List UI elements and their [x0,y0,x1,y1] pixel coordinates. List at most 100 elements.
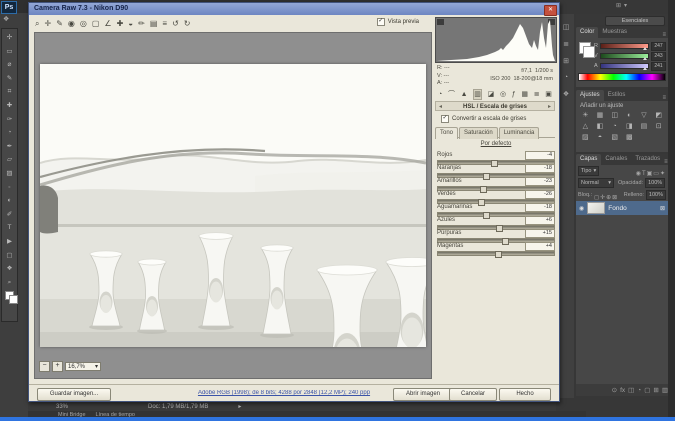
tool-icon[interactable]: ✢ [3,31,16,45]
subtab-saturacion[interactable]: Saturación [459,127,498,139]
dock-panel-icon[interactable]: ≣ [563,40,569,48]
dock-panel-icon[interactable]: ◔ [564,74,568,81]
bridge-icon[interactable]: ❖ [3,15,9,23]
tab-canales[interactable]: Canales [601,154,631,165]
tab-curve-icon[interactable]: ⌒ [448,89,455,100]
cr-tool-icon[interactable]: ✎ [56,19,63,28]
status-arrow-icon[interactable]: ▸ [238,403,241,410]
adjustment-icon[interactable]: ▤ [637,121,652,132]
tab-effects-icon[interactable]: ƒ [512,89,516,100]
adjustment-icon[interactable]: ▽ [637,110,652,121]
workspace-switcher[interactable]: Esenciales [605,16,665,26]
cr-tool-icon[interactable]: ✏ [138,19,145,28]
tool-icon[interactable]: ✑ [3,113,16,127]
adjustment-icon[interactable]: ▧ [607,132,622,143]
color-spectrum-ramp[interactable] [578,73,666,81]
background-color-swatch[interactable] [9,295,18,304]
tab-calibration-icon[interactable]: ▦ [521,89,528,100]
adjustment-icon[interactable]: ◓ [593,132,608,143]
tab-snapshots-icon[interactable]: ▣ [545,89,552,100]
grayscale-mix-slider[interactable]: Púrpuras +15 [437,229,555,242]
tab-ajustes[interactable]: Ajustes [576,90,604,101]
slider-value-input[interactable]: -18 [525,164,555,173]
tab-lens-icon[interactable]: ◎ [500,89,506,100]
layers-footer-icon[interactable]: ◔ [637,387,641,394]
next-panel-icon[interactable]: ▸ [548,102,551,112]
tool-icon[interactable]: ◔ [3,126,16,140]
histogram[interactable] [435,17,557,63]
opacity-value[interactable]: 100% [645,178,665,188]
tool-icon[interactable]: ▨ [3,167,16,181]
tool-icon[interactable]: ◐ [3,194,16,208]
tab-detail-icon[interactable]: ▲ [461,89,468,100]
tab-hsl-icon[interactable]: ▥ [473,89,482,100]
slider-value-input[interactable]: +15 [525,229,555,238]
grayscale-mix-slider[interactable]: Naranjas -18 [437,164,555,177]
grayscale-mix-slider[interactable]: Azules +6 [437,216,555,229]
cr-tool-icon[interactable]: ▢ [92,19,100,28]
layers-footer-icon[interactable]: ▢ [644,386,650,394]
adjustment-icon[interactable]: ▦ [593,110,608,121]
tool-icon[interactable]: ✒ [3,140,16,154]
tab-basic-icon[interactable]: ◔ [438,89,442,100]
default-link[interactable]: Por defecto [433,141,559,147]
layer-filter-icon[interactable]: ▣ [647,171,653,177]
adjustment-icon[interactable]: ◫ [607,110,622,121]
layers-footer-icon[interactable]: ⊞ [653,386,658,394]
adjustment-icon[interactable]: △ [578,121,593,132]
layer-row-background[interactable]: ◉ Fondo ⊠ [576,201,668,215]
layers-footer-icon[interactable]: ⊙ [612,386,617,394]
cr-tool-icon[interactable]: ◒ [128,19,133,28]
tool-icon[interactable]: ▱ [3,153,16,167]
adjustment-icon[interactable]: ⊡ [651,121,666,132]
tab-estilos[interactable]: Estilos [604,90,630,101]
tab-presets-icon[interactable]: ≣ [534,89,540,100]
cr-tool-icon[interactable]: ↻ [184,19,191,28]
prev-panel-icon[interactable]: ◂ [439,102,442,112]
zoom-level-select[interactable]: 16,7%▾ [65,362,101,371]
dock-panel-icon[interactable]: ❖ [563,90,569,98]
tool-icon[interactable]: ✎ [3,72,16,86]
tool-icon[interactable]: ⌗ [3,85,16,99]
tool-icon[interactable]: ❖ [3,262,16,276]
slider-value-input[interactable]: -26 [525,190,555,199]
zoom-percent[interactable]: 33% [56,404,68,410]
dock-panel-icon[interactable]: ⊞ [563,57,569,65]
slider-value-input[interactable]: -18 [525,203,555,212]
lock-icon[interactable]: ◻ [594,195,599,201]
tool-icon[interactable]: ⌕ [3,276,16,290]
layer-filter-icon[interactable]: ▭ [653,171,659,177]
tab-color[interactable]: Color [576,27,598,38]
adjustment-icon[interactable]: ☀ [578,110,593,121]
tool-icon[interactable]: ▢ [3,249,16,263]
tool-icon[interactable]: ▶ [3,235,16,249]
layers-footer-icon[interactable]: fx [620,387,625,394]
cr-tool-icon[interactable]: ▤ [150,19,158,28]
adjustment-icon[interactable]: ◐ [622,110,637,121]
lock-icon[interactable]: ✛ [600,195,605,201]
dialog-title-bar[interactable]: Camera Raw 7.3 - Nikon D90 [29,3,559,15]
save-image-button[interactable]: Guardar imagen... [37,388,111,401]
tool-icon[interactable]: T [3,221,16,235]
lock-icon[interactable]: ⊕ [606,195,611,201]
slider-value-input[interactable]: -23 [525,177,555,186]
open-image-button[interactable]: Abrir imagen [393,388,453,401]
cr-tool-icon[interactable]: ∠ [104,19,111,28]
cr-tool-icon[interactable]: ◉ [68,19,75,28]
done-button[interactable]: Hecho [499,388,551,401]
cr-tool-icon[interactable]: ✚ [117,19,124,28]
workflow-options-link[interactable]: Adobe RGB (1998); de 8 bits; 4288 por 28… [139,390,429,396]
cr-tool-icon[interactable]: ≡ [162,19,167,28]
adjustment-icon[interactable]: ◔ [607,121,622,132]
slider-thumb[interactable] [495,251,502,258]
layer-filter-icon[interactable]: T [642,171,646,177]
zoom-in-button[interactable]: + [52,361,63,372]
adjustment-icon[interactable]: ▨ [578,132,593,143]
dock-panel-icon[interactable]: ◫ [563,23,570,31]
bg-color-box[interactable] [583,46,595,58]
fill-value[interactable]: 100% [646,190,666,200]
layer-visibility-eye-icon[interactable]: ◉ [579,205,584,212]
tool-icon[interactable]: ✐ [3,208,16,222]
slider-track[interactable] [437,251,555,256]
slider-value-input[interactable]: +4 [525,242,555,251]
